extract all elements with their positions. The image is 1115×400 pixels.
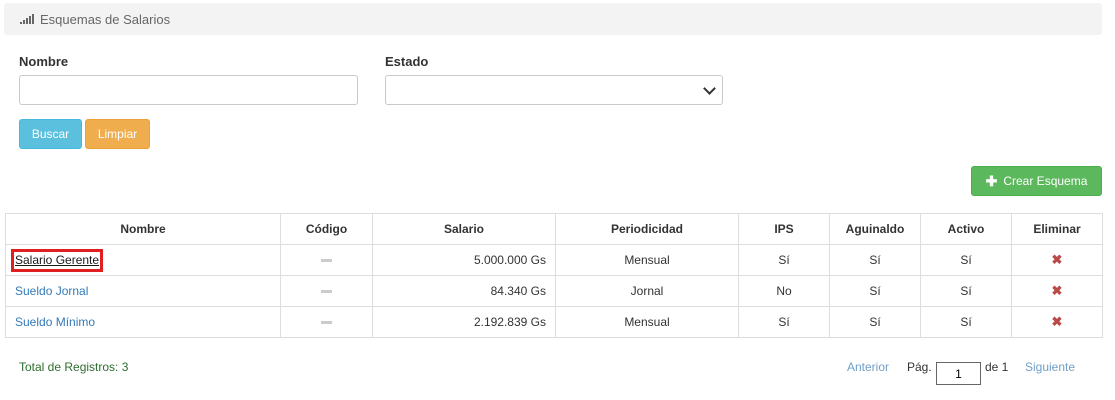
col-header-activo[interactable]: Activo (920, 213, 1012, 245)
cell-ips: Sí (738, 244, 830, 276)
cell-eliminar: ✖ (1011, 306, 1103, 338)
cell-codigo (280, 306, 373, 338)
cell-salario: 5.000.000 Gs (372, 244, 556, 276)
esquema-link[interactable]: Sueldo Jornal (15, 284, 88, 298)
siguiente-link[interactable]: Siguiente (1025, 360, 1075, 374)
table-row: Sueldo Jornal 84.340 Gs Jornal No Sí Sí … (5, 275, 1103, 307)
plus-icon: ✚ (985, 172, 998, 189)
col-header-nombre[interactable]: Nombre (5, 213, 281, 245)
cell-codigo (280, 275, 373, 307)
empty-dash-icon (321, 259, 332, 263)
cell-aguinaldo: Sí (829, 306, 921, 338)
buscar-button[interactable]: Buscar (19, 119, 82, 149)
crear-esquema-label: Crear Esquema (1003, 174, 1088, 188)
col-header-aguinaldo[interactable]: Aguinaldo (829, 213, 921, 245)
cell-periodicidad: Jornal (555, 275, 739, 307)
cell-nombre: Sueldo Jornal (5, 275, 281, 307)
col-header-ips[interactable]: IPS (738, 213, 830, 245)
pag-label: Pág. (907, 360, 932, 374)
cell-periodicidad: Mensual (555, 244, 739, 276)
table-row: Sueldo Mínimo 2.192.839 Gs Mensual Sí Sí… (5, 306, 1103, 338)
delete-icon[interactable]: ✖ (1052, 314, 1063, 329)
estado-select[interactable] (385, 75, 723, 105)
cell-periodicidad: Mensual (555, 306, 739, 338)
empty-dash-icon (321, 321, 332, 325)
esquemas-table: Nombre Código Salario Periodicidad IPS A… (5, 213, 1103, 338)
cell-activo: Sí (920, 275, 1012, 307)
esquema-link[interactable]: Salario Gerente (10, 248, 104, 272)
de-total-label: de 1 (985, 360, 1009, 374)
cell-codigo (280, 244, 373, 276)
chevron-down-icon (703, 81, 716, 95)
cell-ips: No (738, 275, 830, 307)
cell-salario: 84.340 Gs (372, 275, 556, 307)
estado-label: Estado (385, 54, 429, 69)
cell-aguinaldo: Sí (829, 244, 921, 276)
delete-icon[interactable]: ✖ (1052, 283, 1063, 298)
esquema-link[interactable]: Sueldo Mínimo (15, 315, 95, 329)
delete-icon[interactable]: ✖ (1052, 252, 1063, 267)
signal-bars-icon (20, 14, 35, 24)
nombre-input[interactable] (19, 75, 358, 105)
anterior-link[interactable]: Anterior (847, 360, 889, 374)
cell-nombre: Salario Gerente (5, 244, 281, 276)
cell-nombre: Sueldo Mínimo (5, 306, 281, 338)
cell-activo: Sí (920, 244, 1012, 276)
page-header: Esquemas de Salarios (4, 3, 1102, 35)
col-header-codigo[interactable]: Código (280, 213, 373, 245)
cell-aguinaldo: Sí (829, 275, 921, 307)
cell-activo: Sí (920, 306, 1012, 338)
cell-salario: 2.192.839 Gs (372, 306, 556, 338)
table-row: Salario Gerente 5.000.000 Gs Mensual Sí … (5, 244, 1103, 276)
empty-dash-icon (321, 290, 332, 294)
col-header-periodicidad[interactable]: Periodicidad (555, 213, 739, 245)
table-header-row: Nombre Código Salario Periodicidad IPS A… (5, 213, 1103, 245)
total-records: Total de Registros: 3 (19, 360, 129, 374)
cell-ips: Sí (738, 306, 830, 338)
crear-esquema-button[interactable]: ✚ Crear Esquema (971, 166, 1102, 196)
page-number-input[interactable] (936, 362, 981, 385)
cell-eliminar: ✖ (1011, 244, 1103, 276)
nombre-label: Nombre (19, 54, 69, 69)
page-title: Esquemas de Salarios (40, 11, 171, 27)
col-header-salario[interactable]: Salario (372, 213, 556, 245)
col-header-eliminar: Eliminar (1011, 213, 1103, 245)
limpiar-button[interactable]: Limpiar (85, 119, 150, 149)
cell-eliminar: ✖ (1011, 275, 1103, 307)
